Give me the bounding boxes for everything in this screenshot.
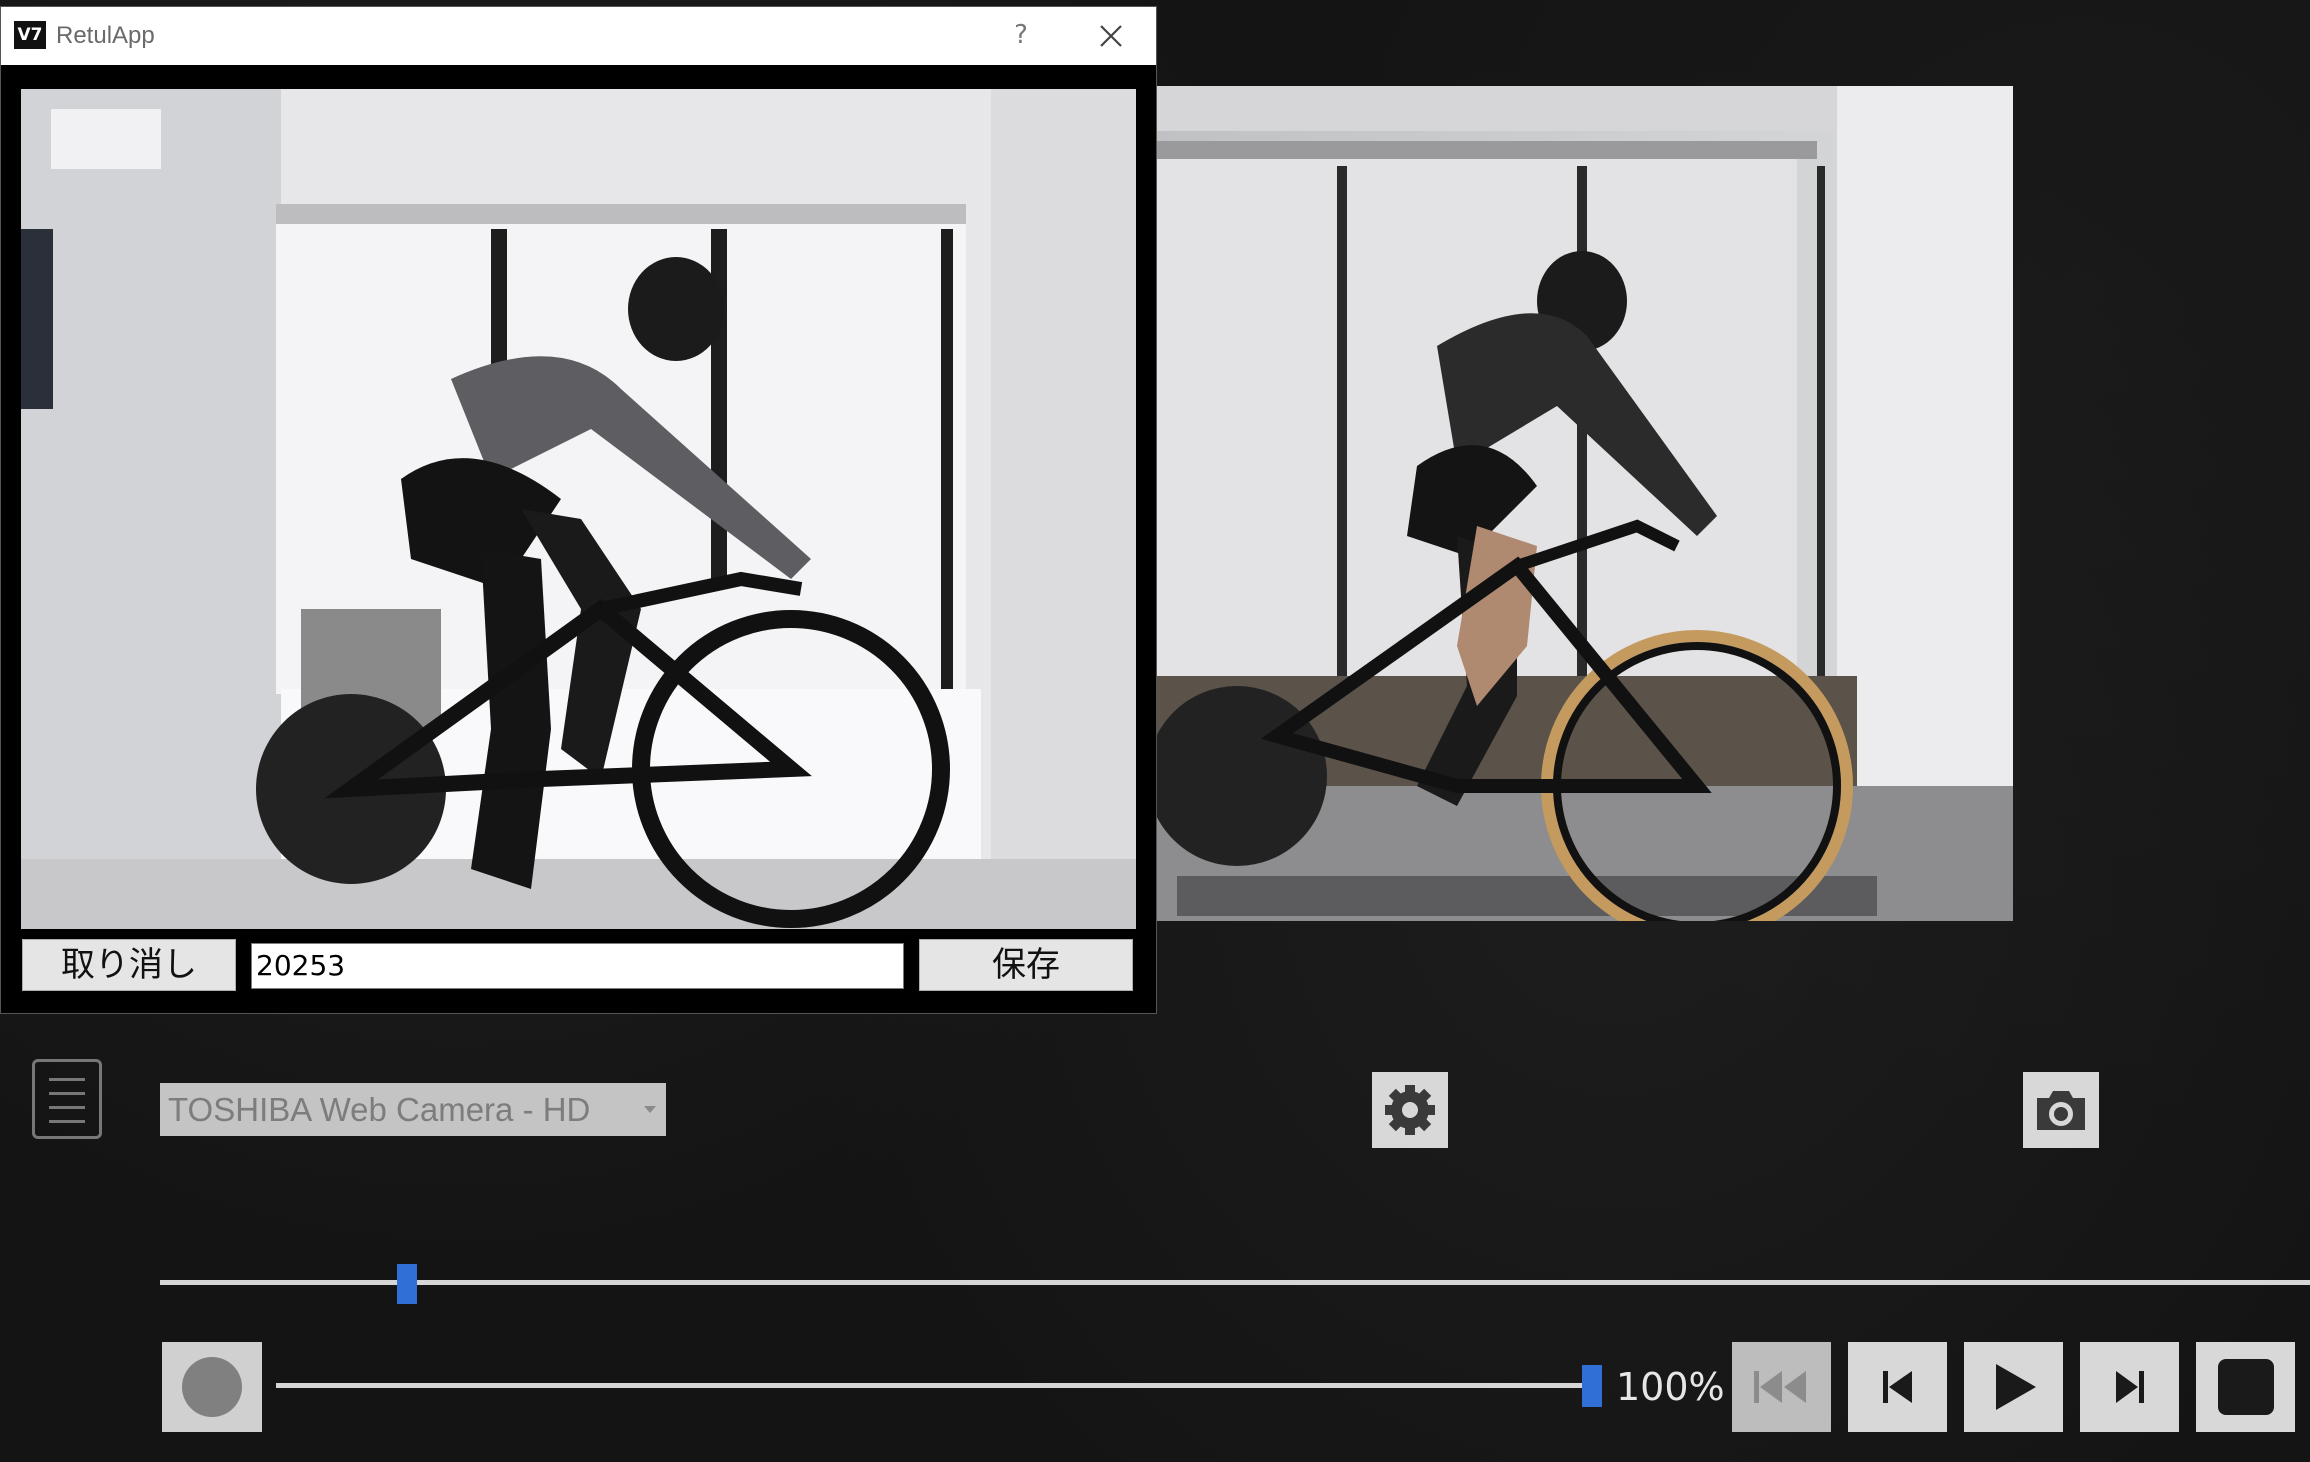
menu-button[interactable]	[32, 1059, 102, 1139]
menu-icon-line	[49, 1078, 85, 1081]
settings-button[interactable]	[1372, 1072, 1448, 1148]
speed-value-label: 100%	[1616, 1365, 1725, 1409]
close-icon	[1100, 25, 1122, 47]
step-forward-button[interactable]	[2080, 1342, 2179, 1432]
snapshot-button[interactable]	[2023, 1072, 2099, 1148]
save-snapshot-dialog: V7 RetulApp ? 取り消し 20253 保存	[0, 6, 1157, 1014]
skip-to-start-button[interactable]	[1732, 1342, 1831, 1432]
filename-input[interactable]: 20253	[251, 943, 904, 989]
help-button[interactable]: ?	[1001, 17, 1041, 53]
camera-select-dropdown[interactable]: TOSHIBA Web Camera - HD	[160, 1083, 666, 1136]
step-back-button[interactable]	[1848, 1342, 1947, 1432]
live-video-feed	[1157, 86, 2013, 921]
timeline-slider-thumb[interactable]	[397, 1264, 417, 1304]
speed-slider-thumb[interactable]	[1582, 1365, 1602, 1407]
skip-to-start-icon	[1754, 1371, 1806, 1403]
title-bar[interactable]: V7 RetulApp ?	[1, 7, 1156, 65]
gear-icon	[1385, 1085, 1435, 1135]
timeline-slider-track[interactable]	[160, 1280, 2310, 1285]
app-logo-icon: V7	[14, 21, 46, 49]
menu-icon-line	[49, 1120, 85, 1123]
stop-icon	[2218, 1359, 2274, 1415]
cyclist-side-view-image	[1157, 86, 2013, 921]
camera-select-value: TOSHIBA Web Camera - HD	[168, 1091, 591, 1128]
chevron-down-icon	[644, 1106, 656, 1113]
menu-icon-line	[49, 1106, 85, 1109]
menu-icon-line	[49, 1092, 85, 1095]
cancel-button[interactable]: 取り消し	[22, 939, 236, 991]
window-title: RetulApp	[56, 22, 155, 49]
record-icon	[182, 1357, 242, 1417]
captured-frame-preview	[21, 89, 1136, 929]
speed-slider-track[interactable]	[276, 1383, 1592, 1388]
record-button[interactable]	[162, 1342, 262, 1432]
camera-icon	[2037, 1091, 2085, 1130]
step-forward-icon	[2116, 1371, 2144, 1403]
play-button[interactable]	[1964, 1342, 2063, 1432]
stop-button[interactable]	[2196, 1342, 2295, 1432]
close-button[interactable]	[1091, 16, 1131, 56]
save-button[interactable]: 保存	[919, 939, 1133, 991]
play-icon	[1996, 1364, 2036, 1410]
step-back-icon	[1883, 1371, 1912, 1403]
cyclist-captured-image	[21, 89, 1136, 929]
